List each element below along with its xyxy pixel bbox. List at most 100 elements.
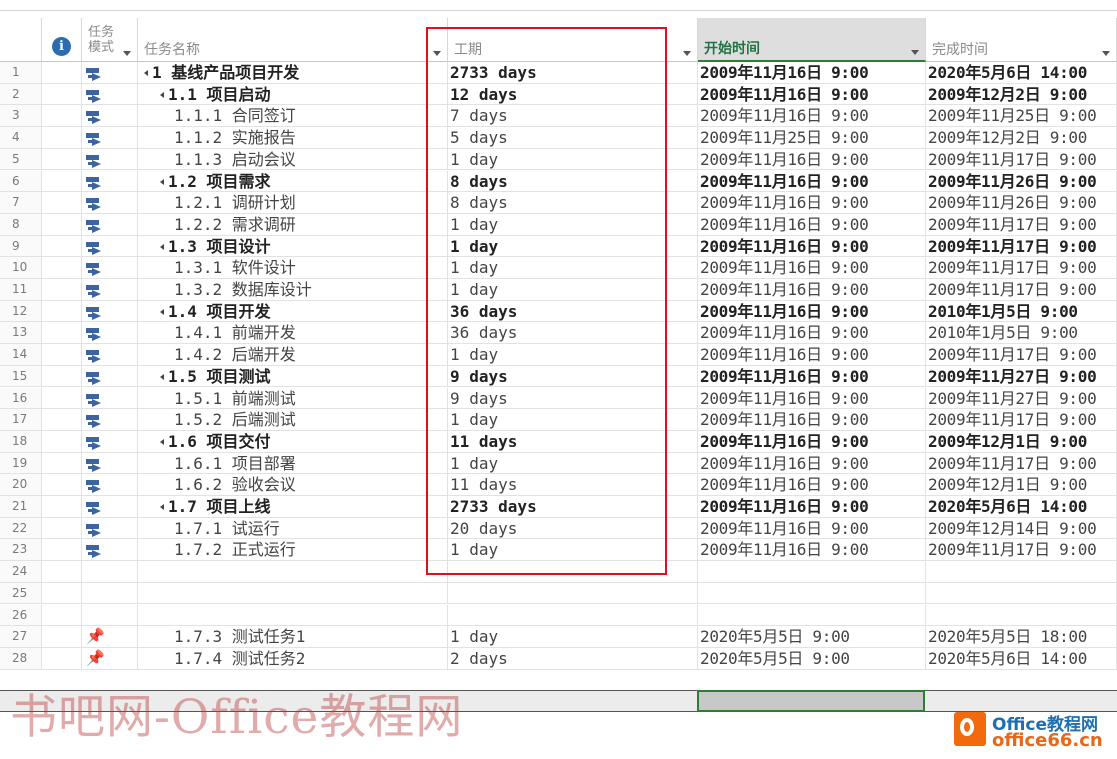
start-cell[interactable]: 2009年11月16日 9:00	[698, 105, 926, 127]
finish-cell[interactable]: 2010年1月5日 9:00	[926, 322, 1117, 344]
finish-cell[interactable]: 2009年11月17日 9:00	[926, 148, 1117, 170]
header-task-mode[interactable]: 任务 模式	[82, 18, 138, 62]
task-mode-cell[interactable]	[82, 257, 138, 278]
finish-cell[interactable]: 2009年12月1日 9:00	[926, 430, 1117, 452]
task-name-cell[interactable]: 1.6.1 项目部署	[138, 452, 448, 474]
task-mode-cell[interactable]	[82, 344, 138, 365]
start-cell[interactable]: 2009年11月16日 9:00	[698, 344, 926, 365]
task-name-cell[interactable]: 1.4.2 后端开发	[138, 344, 448, 365]
finish-cell[interactable]	[926, 604, 1117, 626]
start-cell[interactable]: 2020年5月5日 9:00	[698, 626, 926, 647]
task-name-cell[interactable]: 1.4 项目开发	[138, 300, 448, 322]
finish-cell[interactable]: 2009年11月17日 9:00	[926, 344, 1117, 365]
task-name-cell[interactable]: 1.2.1 调研计划	[138, 192, 448, 213]
start-cell[interactable]: 2009年11月16日 9:00	[698, 83, 926, 105]
header-task-name[interactable]: 任务名称	[138, 18, 448, 62]
start-cell[interactable]: 2009年11月16日 9:00	[698, 322, 926, 344]
finish-cell[interactable]: 2009年11月26日 9:00	[926, 170, 1117, 192]
row-number[interactable]: 5	[0, 148, 42, 170]
collapse-triangle-icon[interactable]	[160, 504, 164, 510]
start-cell[interactable]: 2009年11月16日 9:00	[698, 409, 926, 430]
task-mode-cell[interactable]	[82, 192, 138, 213]
row-number[interactable]: 3	[0, 105, 42, 127]
start-cell[interactable]: 2009年11月16日 9:00	[698, 192, 926, 213]
row-number[interactable]: 22	[0, 517, 42, 539]
chevron-down-icon[interactable]	[911, 50, 919, 55]
finish-cell[interactable]: 2009年11月17日 9:00	[926, 235, 1117, 257]
row-number[interactable]: 12	[0, 300, 42, 322]
duration-cell[interactable]	[448, 582, 698, 604]
finish-cell[interactable]: 2010年1月5日 9:00	[926, 300, 1117, 322]
task-mode-cell[interactable]	[82, 83, 138, 105]
collapse-triangle-icon[interactable]	[160, 438, 164, 445]
task-name-cell[interactable]: 1.2 项目需求	[138, 170, 448, 192]
task-mode-cell[interactable]	[82, 170, 138, 192]
table-row[interactable]: 27 📌 1.7.3 测试任务1 1 day 2020年5月5日 9:00 2020年5月…	[0, 626, 1117, 648]
finish-cell[interactable]: 2009年12月1日 9:00	[926, 474, 1117, 495]
task-mode-cell[interactable]	[82, 539, 138, 561]
finish-cell[interactable]: 2009年11月25日 9:00	[926, 105, 1117, 127]
task-name-cell[interactable]: 1.5.1 前端测试	[138, 387, 448, 409]
row-number[interactable]: 21	[0, 496, 42, 517]
task-name-cell[interactable]	[138, 561, 448, 582]
start-cell[interactable]	[698, 561, 926, 582]
row-number[interactable]: 10	[0, 257, 42, 278]
row-number[interactable]: 17	[0, 409, 42, 430]
task-mode-cell[interactable]: 📌	[82, 647, 138, 669]
task-name-cell[interactable]: 1.3 项目设计	[138, 235, 448, 257]
finish-cell[interactable]: 2009年11月27日 9:00	[926, 365, 1117, 387]
finish-cell[interactable]: 2009年11月26日 9:00	[926, 192, 1117, 213]
collapse-triangle-icon[interactable]	[160, 243, 164, 250]
task-name-cell[interactable]: 1 基线产品项目开发	[138, 62, 448, 83]
task-name-cell[interactable]: 1.7 项目上线	[138, 496, 448, 517]
task-name-cell[interactable]: 1.1 项目启动	[138, 83, 448, 105]
start-cell[interactable]	[698, 582, 926, 604]
table-row[interactable]: 26	[0, 604, 1117, 627]
task-name-cell[interactable]	[138, 582, 448, 604]
task-mode-cell[interactable]	[82, 452, 138, 474]
finish-cell[interactable]: 2009年12月14日 9:00	[926, 517, 1117, 539]
finish-cell[interactable]: 2020年5月6日 14:00	[926, 62, 1117, 83]
row-number[interactable]: 27	[0, 626, 42, 647]
task-mode-cell[interactable]	[82, 496, 138, 517]
row-number[interactable]: 23	[0, 539, 42, 561]
start-cell[interactable]: 2009年11月16日 9:00	[698, 430, 926, 452]
row-number[interactable]: 6	[0, 170, 42, 192]
duration-cell[interactable]: 2 days	[448, 647, 698, 669]
duration-cell[interactable]: 1 day	[448, 626, 698, 647]
row-number[interactable]: 9	[0, 235, 42, 257]
task-name-cell[interactable]: 1.6 项目交付	[138, 430, 448, 452]
start-cell[interactable]: 2020年5月5日 9:00	[698, 647, 926, 669]
row-number[interactable]: 1	[0, 62, 42, 83]
finish-cell[interactable]: 2009年11月17日 9:00	[926, 409, 1117, 430]
finish-cell[interactable]: 2009年11月17日 9:00	[926, 257, 1117, 278]
start-cell[interactable]: 2009年11月16日 9:00	[698, 496, 926, 517]
task-mode-cell[interactable]	[82, 474, 138, 495]
task-mode-cell[interactable]	[82, 387, 138, 409]
task-name-cell[interactable]: 1.1.3 启动会议	[138, 148, 448, 170]
task-mode-cell[interactable]	[82, 604, 138, 626]
row-number[interactable]: 18	[0, 430, 42, 452]
collapse-triangle-icon[interactable]	[144, 70, 148, 76]
start-cell[interactable]: 2009年11月25日 9:00	[698, 127, 926, 148]
task-mode-cell[interactable]	[82, 279, 138, 300]
row-number[interactable]: 8	[0, 213, 42, 235]
row-number[interactable]: 2	[0, 83, 42, 105]
row-number[interactable]: 11	[0, 279, 42, 300]
task-name-cell[interactable]: 1.7.2 正式运行	[138, 539, 448, 561]
task-mode-cell[interactable]	[82, 430, 138, 452]
row-number[interactable]: 19	[0, 452, 42, 474]
start-cell[interactable]: 2009年11月16日 9:00	[698, 474, 926, 495]
task-mode-cell[interactable]	[82, 148, 138, 170]
start-cell[interactable]: 2009年11月16日 9:00	[698, 539, 926, 561]
start-cell[interactable]: 2009年11月16日 9:00	[698, 170, 926, 192]
task-mode-cell[interactable]	[82, 105, 138, 127]
table-row[interactable]: 28 📌 1.7.4 测试任务2 2 days 2020年5月5日 9:00 2020年5…	[0, 647, 1117, 670]
task-name-cell[interactable]: 1.5 项目测试	[138, 365, 448, 387]
finish-cell[interactable]: 2009年12月2日 9:00	[926, 83, 1117, 105]
start-cell[interactable]: 2009年11月16日 9:00	[698, 365, 926, 387]
row-number[interactable]: 28	[0, 647, 42, 669]
task-name-cell[interactable]: 1.1.1 合同签订	[138, 105, 448, 127]
duration-cell[interactable]	[448, 604, 698, 626]
finish-cell[interactable]: 2009年11月17日 9:00	[926, 539, 1117, 561]
